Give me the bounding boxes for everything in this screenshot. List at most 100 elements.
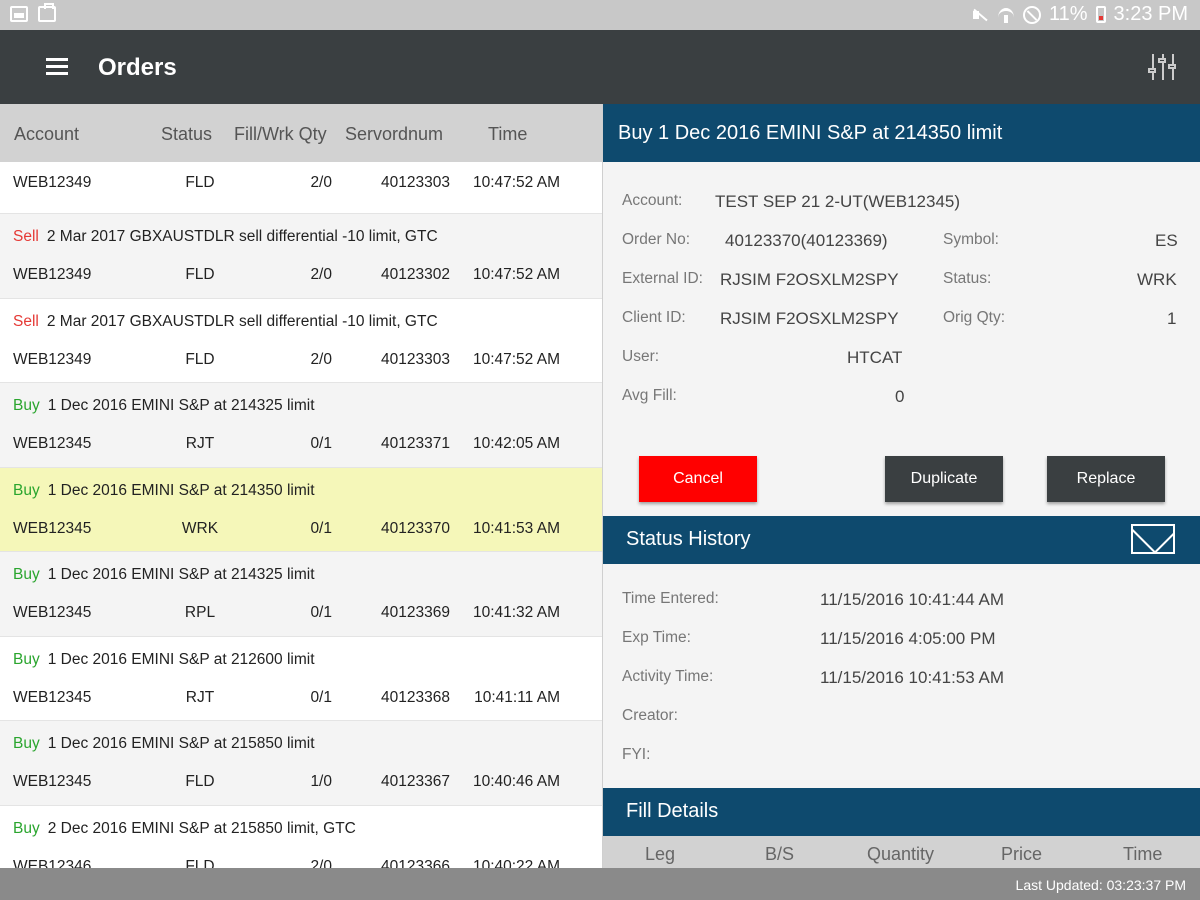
table-row[interactable]: Buy 1 Dec 2016 EMINI S&P at 212600 limit … [0, 637, 602, 721]
header-time[interactable]: Time [488, 124, 527, 145]
cell-description: 1 Dec 2016 EMINI S&P at 214350 limit [47, 481, 315, 499]
fill-col-bs: B/S [765, 844, 795, 864]
mail-icon[interactable] [1131, 524, 1175, 554]
cell-side: Buy [13, 819, 40, 837]
cell-side: Buy [13, 481, 40, 499]
cell-description: 1 Dec 2016 EMINI S&P at 214325 limit [47, 566, 315, 583]
cell-account: WEB12345 [13, 688, 92, 706]
last-updated-text: Last Updated: 03:23:37 PM [1015, 877, 1186, 893]
cell-status: RJT [185, 435, 215, 452]
list-header: Account Status Fill/Wrk Qty Servordnum T… [0, 104, 602, 162]
avg-fill-value: 0 [895, 387, 905, 406]
fill-col-price: Price [1001, 844, 1043, 864]
table-row[interactable]: WEB12349 FLD 2/0 40123303 10:47:52 AM [0, 162, 602, 214]
status-history-header: Status History [603, 516, 1200, 564]
cell-ordnum: 40123369 [381, 604, 450, 621]
cell-side: Buy [13, 566, 40, 583]
exp-time-label: Exp Time: [622, 629, 691, 646]
work-notification-icon [38, 3, 56, 22]
cell-status: RPL [184, 604, 216, 621]
fill-col-time: Time [1123, 844, 1163, 864]
battery-icon [1095, 6, 1106, 23]
fill-details-title: Fill Details [626, 800, 719, 822]
fill-col-quantity: Quantity [867, 844, 935, 864]
user-label: User: [622, 348, 660, 365]
cell-description: 2 Dec 2016 EMINI S&P at 215850 limit, GT… [47, 819, 356, 837]
symbol-label: Symbol: [943, 231, 999, 248]
mute-icon [971, 6, 989, 24]
time-entered-value: 11/15/2016 10:41:44 AM [820, 590, 1005, 609]
cell-status: FLD [185, 350, 215, 368]
avg-fill-label: Avg Fill: [622, 387, 677, 404]
fyi-label: FYI: [622, 746, 651, 763]
header-servordnum[interactable]: Servordnum [345, 124, 443, 145]
table-row[interactable]: Buy 2 Dec 2016 EMINI S&P at 215850 limit,… [0, 806, 602, 869]
order-rows: WEB12349 FLD 2/0 40123303 10:47:52 AM Se… [0, 162, 602, 868]
cell-description: 1 Dec 2016 EMINI S&P at 214325 limit [47, 397, 315, 414]
cancel-button[interactable]: Cancel [639, 456, 757, 502]
cell-account: WEB12349 [13, 174, 92, 191]
table-row[interactable]: Buy 1 Dec 2016 EMINI S&P at 215850 limit … [0, 721, 602, 806]
page-title: Orders [98, 54, 177, 81]
replace-button[interactable]: Replace [1047, 456, 1165, 502]
clock: 3:23 PM [1113, 3, 1188, 25]
cell-description: 1 Dec 2016 EMINI S&P at 215850 limit [47, 735, 315, 752]
cell-status: FLD [185, 773, 215, 790]
cell-account: WEB12345 [13, 773, 92, 790]
cell-ordnum: 40123303 [381, 174, 450, 191]
activity-time-label: Activity Time: [622, 668, 714, 685]
cell-qty: 2/0 [310, 266, 332, 283]
client-id-value: RJSIM F2OSXLM2SPY [720, 309, 899, 328]
app-bar: Orders [0, 30, 1200, 104]
account-value: TEST SEP 21 2-UT(WEB12345) [715, 192, 961, 211]
cell-side: Buy [13, 397, 40, 414]
cell-time: 10:42:05 AM [472, 435, 560, 452]
cell-qty: 0/1 [310, 435, 332, 452]
cell-time: 10:47:52 AM [472, 266, 560, 283]
cell-qty: 1/0 [310, 773, 332, 790]
header-account[interactable]: Account [14, 124, 79, 145]
cell-account: WEB12345 [13, 604, 92, 621]
cell-account: WEB12349 [13, 266, 92, 283]
cell-qty: 2/0 [310, 174, 332, 191]
cell-ordnum: 40123371 [381, 435, 450, 452]
menu-icon[interactable] [46, 58, 68, 76]
cell-side: Sell [13, 312, 39, 330]
fill-details-header: Fill Details [603, 788, 1200, 836]
status-history-title: Status History [626, 528, 751, 550]
creator-label: Creator: [622, 707, 678, 724]
cell-ordnum: 40123303 [381, 350, 450, 368]
orig-qty-label: Orig Qty: [943, 309, 1006, 326]
activity-time-value: 11/15/2016 10:41:53 AM [820, 668, 1005, 687]
cell-qty: 2/0 [310, 857, 332, 869]
status-label: Status: [943, 270, 992, 287]
cell-side: Buy [13, 650, 40, 668]
cell-ordnum: 40123368 [381, 688, 450, 706]
cell-description: 2 Mar 2017 GBXAUSTDLR sell differential … [46, 228, 438, 245]
header-qty[interactable]: Fill/Wrk Qty [234, 124, 327, 145]
do-not-disturb-icon [1022, 5, 1041, 24]
system-status-bar: 11% 3:23 PM [0, 0, 1200, 30]
filter-settings-icon[interactable] [1148, 52, 1178, 82]
status-value: WRK [1137, 270, 1177, 289]
detail-title: Buy 1 Dec 2016 EMINI S&P at 214350 limit [603, 104, 1200, 162]
cell-account: WEB12346 [13, 857, 92, 869]
user-value: HTCAT [847, 348, 903, 367]
cell-time: 10:41:11 AM [474, 688, 560, 706]
cell-time: 10:47:52 AM [472, 174, 560, 191]
cell-status: FLD [185, 174, 215, 191]
table-row[interactable]: Buy 1 Dec 2016 EMINI S&P at 214325 limit … [0, 383, 602, 468]
cell-status: FLD [185, 266, 215, 283]
cell-ordnum: 40123302 [381, 266, 450, 283]
cell-time: 10:41:32 AM [472, 604, 560, 621]
cell-time: 10:41:53 AM [472, 519, 560, 537]
cell-qty: 0/1 [310, 519, 332, 537]
order-no-label: Order No: [622, 231, 691, 248]
table-row[interactable]: Sell 2 Mar 2017 GBXAUSTDLR sell different… [0, 214, 602, 299]
cell-account: WEB12345 [13, 519, 92, 537]
table-row[interactable]: Buy 1 Dec 2016 EMINI S&P at 214325 limit … [0, 552, 602, 637]
table-row-selected[interactable]: Buy 1 Dec 2016 EMINI S&P at 214350 limit … [0, 467, 602, 552]
table-row[interactable]: Sell 2 Mar 2017 GBXAUSTDLR sell different… [0, 299, 602, 383]
header-status[interactable]: Status [161, 124, 212, 145]
duplicate-button[interactable]: Duplicate [885, 456, 1003, 502]
